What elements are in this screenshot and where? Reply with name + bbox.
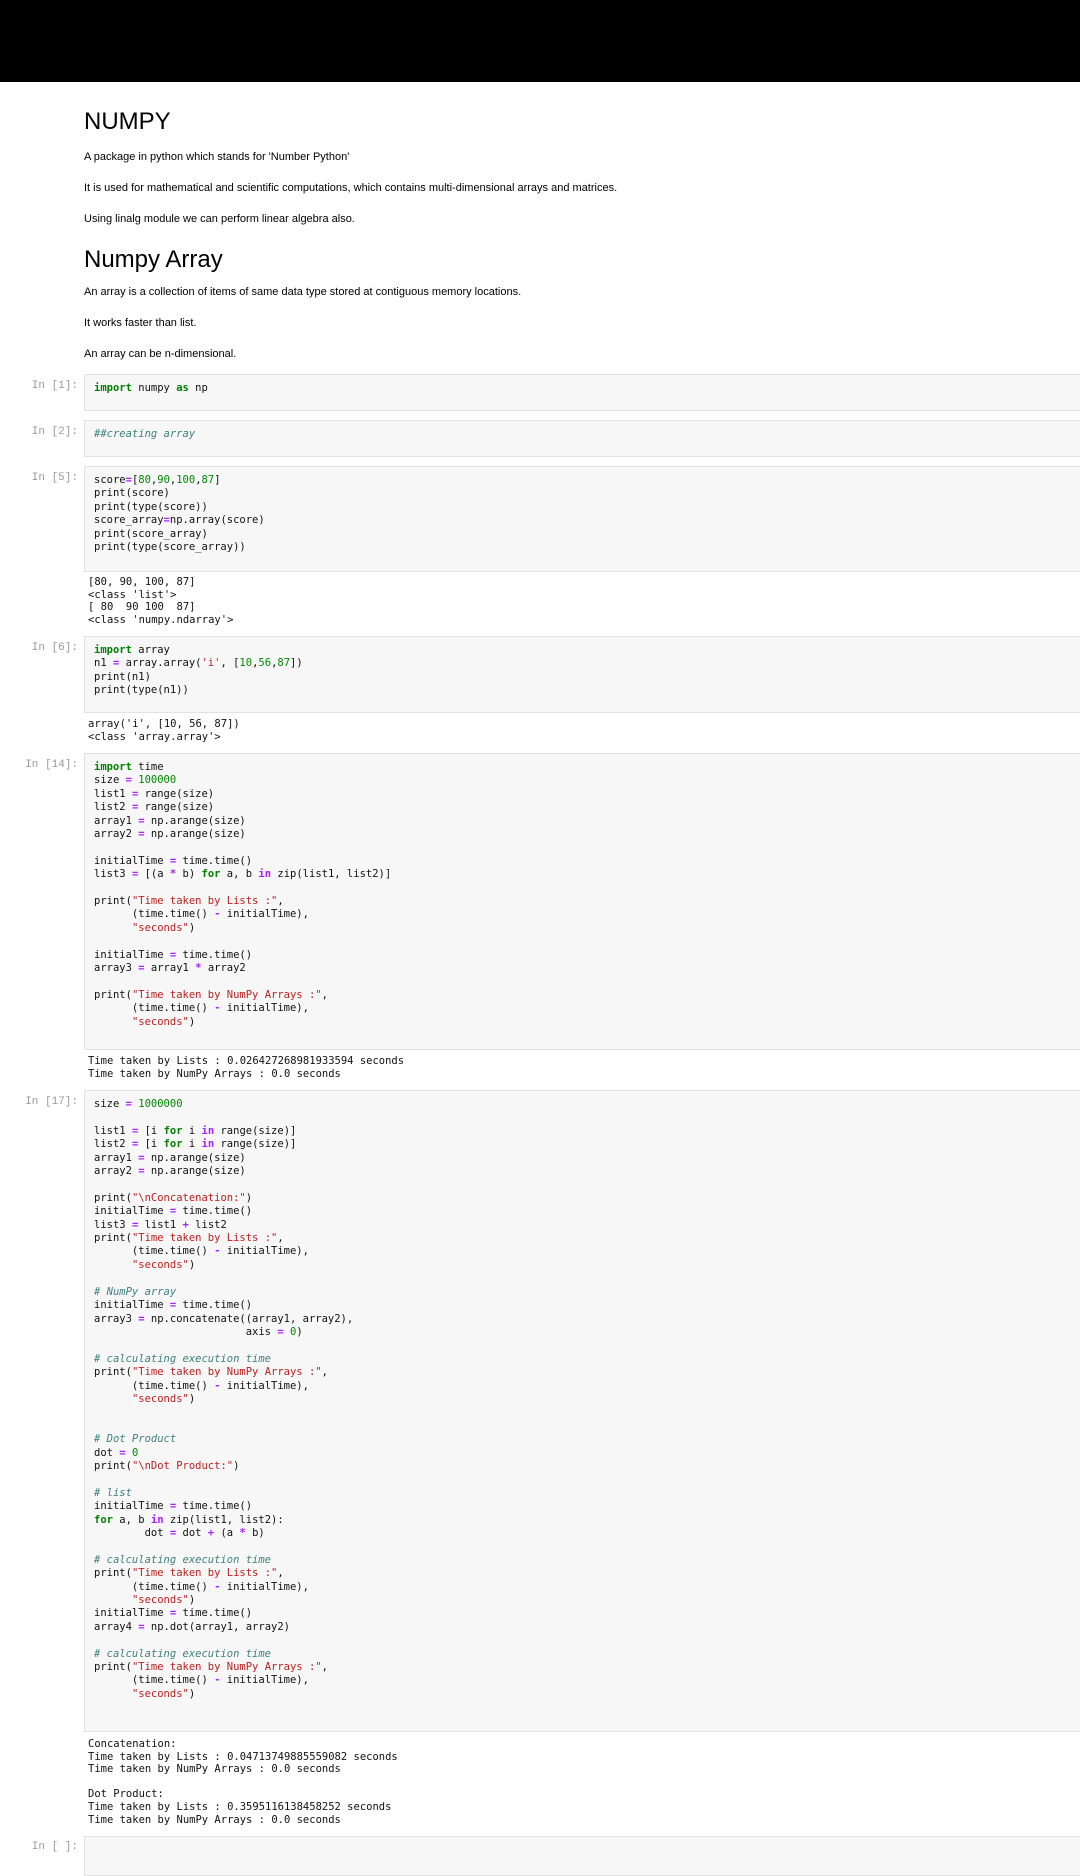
array-paragraph-2: It works faster than list. xyxy=(84,317,197,329)
array-paragraph-3: An array can be n-dimensional. xyxy=(84,348,237,360)
code-source: import time size = 100000 list1 = range(… xyxy=(94,761,392,1028)
output-text: [80, 90, 100, 87] <class 'list'> [ 80 90… xyxy=(88,576,234,626)
top-bar xyxy=(0,0,1080,82)
code-source: score=[80,90,100,87] print(score) print(… xyxy=(94,474,265,554)
cell-prompt: In [1]: xyxy=(31,380,78,392)
cell-output: Concatenation: Time taken by Lists : 0.0… xyxy=(88,1738,1078,1826)
cell-prompt: In [5]: xyxy=(31,472,78,484)
code-source xyxy=(85,1837,1080,1851)
code-cell-input[interactable]: import array n1 = array.array('i', [10,5… xyxy=(84,636,1080,713)
cell-prompt: In [ ]: xyxy=(31,1841,78,1853)
code-cell-input[interactable]: import numpy as np xyxy=(84,374,1080,411)
empty-code-cell-input[interactable] xyxy=(84,1836,1080,1876)
cell-prompt: In [2]: xyxy=(31,426,78,438)
code-source: import numpy as np xyxy=(94,382,208,394)
cell-output: Time taken by Lists : 0.0264272689819335… xyxy=(88,1055,1078,1080)
code-cell-input[interactable]: import time size = 100000 list1 = range(… xyxy=(84,753,1080,1050)
cell-prompt: In [14]: xyxy=(25,759,78,771)
output-text: array('i', [10, 56, 87]) <class 'array.a… xyxy=(88,718,240,743)
code-cell-input[interactable]: size = 1000000 list1 = [i for i in range… xyxy=(84,1090,1080,1732)
cell-output: array('i', [10, 56, 87]) <class 'array.a… xyxy=(88,718,1078,743)
intro-paragraph-3: Using linalg module we can perform linea… xyxy=(84,213,355,225)
array-paragraph-1: An array is a collection of items of sam… xyxy=(84,286,522,298)
page-title: NUMPY xyxy=(84,108,171,135)
code-cell-input[interactable]: ##creating array xyxy=(84,420,1080,457)
code-cell-input[interactable]: score=[80,90,100,87] print(score) print(… xyxy=(84,466,1080,572)
markdown-cell-intro: NUMPY xyxy=(84,108,1060,136)
code-source: import array n1 = array.array('i', [10,5… xyxy=(94,644,303,697)
cell-prompt: In [6]: xyxy=(31,642,78,654)
cell-prompt: In [17]: xyxy=(25,1096,78,1108)
intro-paragraph-1: A package in python which stands for 'Nu… xyxy=(84,151,350,163)
output-text: Time taken by Lists : 0.0264272689819335… xyxy=(88,1055,405,1080)
markdown-cell-array: Numpy Array xyxy=(84,246,1060,274)
cell-output: [80, 90, 100, 87] <class 'list'> [ 80 90… xyxy=(88,576,1078,626)
intro-paragraph-2: It is used for mathematical and scientif… xyxy=(84,182,618,194)
output-text: Concatenation: Time taken by Lists : 0.0… xyxy=(88,1738,398,1826)
code-source: size = 1000000 list1 = [i for i in range… xyxy=(94,1098,354,1700)
code-source: ##creating array xyxy=(94,428,196,440)
section-title: Numpy Array xyxy=(84,246,223,273)
